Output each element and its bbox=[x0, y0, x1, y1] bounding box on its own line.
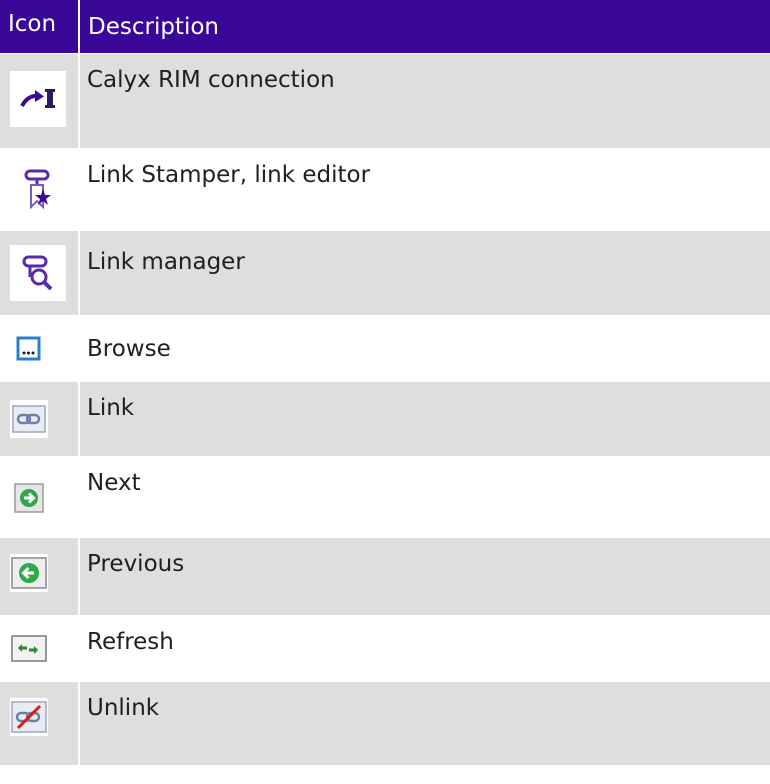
icon-cell bbox=[0, 231, 80, 315]
table-row: Link manager bbox=[0, 231, 770, 316]
previous-icon bbox=[10, 554, 48, 592]
description-cell: Link Stamper, link editor bbox=[87, 162, 371, 188]
description-cell: Unlink bbox=[87, 695, 160, 721]
browse-icon bbox=[10, 330, 48, 368]
calyx-rim-connection-icon bbox=[10, 71, 66, 127]
description-cell: Link bbox=[87, 395, 135, 421]
table-row: Browse bbox=[0, 316, 770, 382]
table-row: Link Stamper, link editor bbox=[0, 149, 770, 231]
icon-cell bbox=[0, 149, 80, 230]
description-cell: Calyx RIM connection bbox=[87, 67, 335, 93]
icon-cell bbox=[0, 54, 80, 148]
table-row: Next bbox=[0, 457, 770, 538]
description-cell: Previous bbox=[87, 551, 185, 577]
link-stamper-icon bbox=[10, 161, 66, 217]
description-cell: Browse bbox=[87, 336, 171, 362]
table-row: Refresh bbox=[0, 616, 770, 682]
description-cell: Refresh bbox=[87, 629, 174, 655]
icon-cell bbox=[0, 457, 80, 537]
description-cell: Next bbox=[87, 470, 141, 496]
table-row: Link bbox=[0, 382, 770, 457]
header-description-cell: Description bbox=[88, 14, 219, 40]
icon-cell bbox=[0, 616, 80, 681]
table-row: Calyx RIM connection bbox=[0, 54, 770, 149]
refresh-icon bbox=[10, 630, 48, 668]
header-icon-cell: Icon bbox=[0, 0, 80, 53]
table-header-row: Icon Description bbox=[0, 0, 770, 54]
icon-cell bbox=[0, 682, 80, 765]
table-row: Previous bbox=[0, 538, 770, 616]
icon-table: Icon Description Calyx RIM connection Li… bbox=[0, 0, 770, 766]
icon-cell bbox=[0, 382, 80, 456]
link-icon bbox=[10, 400, 48, 438]
unlink-icon bbox=[10, 698, 48, 736]
icon-cell bbox=[0, 538, 80, 615]
table-row: Unlink bbox=[0, 682, 770, 766]
next-icon bbox=[10, 479, 48, 517]
link-manager-icon bbox=[10, 245, 66, 301]
description-cell: Link manager bbox=[87, 249, 245, 275]
icon-cell bbox=[0, 316, 80, 381]
